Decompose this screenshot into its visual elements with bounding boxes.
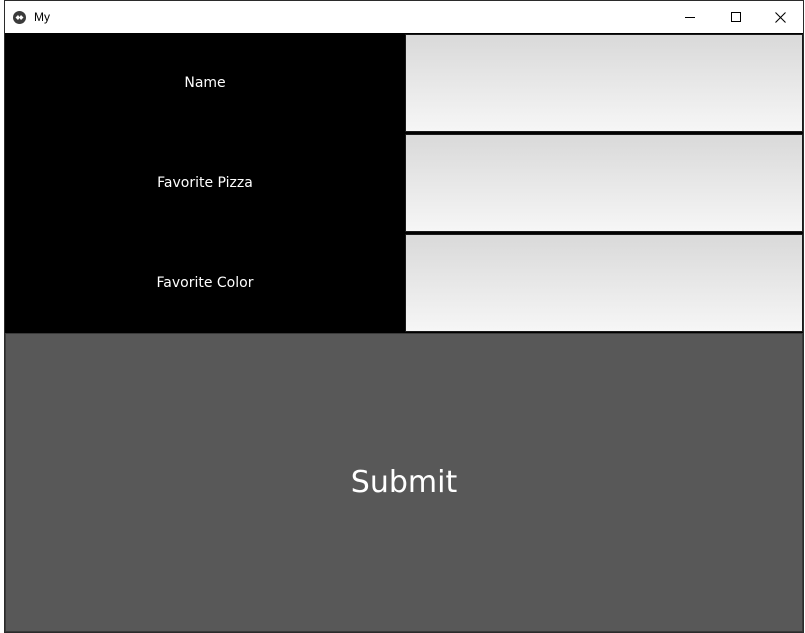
minimize-icon [685, 12, 695, 22]
close-button[interactable] [757, 1, 803, 33]
name-input[interactable] [405, 34, 803, 132]
maximize-button[interactable] [713, 1, 759, 33]
form-row-favorite-color: Favorite Color [5, 233, 803, 333]
submit-button[interactable]: Submit [5, 333, 803, 632]
maximize-icon [731, 12, 741, 22]
favorite-pizza-input[interactable] [405, 134, 803, 232]
form-content: Name Favorite Pizza Favorite Color Submi… [5, 33, 803, 632]
form-row-favorite-pizza: Favorite Pizza [5, 133, 803, 233]
name-label: Name [5, 33, 405, 133]
favorite-color-input[interactable] [405, 234, 803, 332]
favorite-pizza-label: Favorite Pizza [5, 133, 405, 233]
kivy-app-icon [13, 11, 26, 24]
title-bar[interactable]: My [5, 1, 803, 33]
close-icon [774, 11, 786, 23]
favorite-color-label: Favorite Color [5, 233, 405, 333]
window-title: My [34, 10, 50, 24]
minimize-button[interactable] [667, 1, 713, 33]
form-row-name: Name [5, 33, 803, 133]
app-window: My Name Favorite Pizza Favorite Color Su… [4, 0, 804, 633]
